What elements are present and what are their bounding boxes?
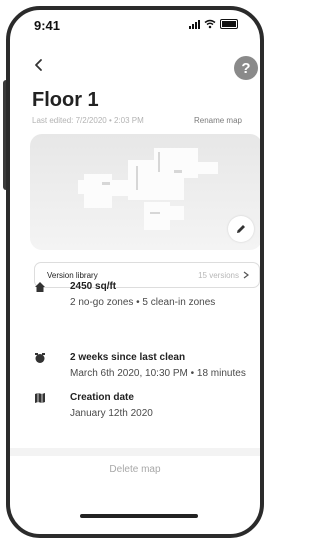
floor-map-card bbox=[30, 134, 260, 250]
area-detail: 2 no-go zones • 5 clean-in zones bbox=[70, 297, 216, 308]
wifi-icon bbox=[204, 19, 216, 29]
robot-icon bbox=[35, 353, 45, 363]
last-clean-detail: March 6th 2020, 10:30 PM • 18 minutes bbox=[70, 368, 246, 379]
help-button[interactable]: ? bbox=[234, 56, 258, 80]
phone-frame: 9:41 ? Floor 1 Last edited: 7/2/2020 • 2… bbox=[6, 6, 264, 538]
edit-map-button[interactable] bbox=[228, 216, 254, 242]
back-icon[interactable] bbox=[32, 58, 46, 72]
home-icon bbox=[35, 282, 45, 292]
section-divider bbox=[10, 448, 260, 456]
status-bar: 9:41 bbox=[10, 10, 260, 38]
rename-map-link[interactable]: Rename map bbox=[194, 116, 242, 125]
signal-icon bbox=[189, 19, 200, 29]
last-edited-text: Last edited: 7/2/2020 • 2:03 PM bbox=[32, 116, 144, 125]
delete-map-button[interactable]: Delete map bbox=[10, 464, 260, 475]
version-library-label: Version library bbox=[47, 270, 98, 280]
last-clean-title: 2 weeks since last clean bbox=[70, 352, 186, 363]
version-library-row[interactable]: Version library 15 versions bbox=[34, 262, 260, 288]
map-icon bbox=[35, 393, 45, 403]
version-count: 15 versions bbox=[198, 271, 249, 280]
status-time: 9:41 bbox=[34, 18, 61, 33]
home-indicator bbox=[80, 514, 198, 518]
chevron-right-icon bbox=[243, 271, 249, 279]
pencil-icon bbox=[237, 225, 245, 233]
status-icons bbox=[189, 19, 238, 29]
version-count-text: 15 versions bbox=[198, 270, 239, 280]
page-title: Floor 1 bbox=[32, 89, 99, 111]
creation-date-title: Creation date bbox=[70, 392, 134, 403]
floor-map-image bbox=[78, 148, 218, 230]
creation-date-detail: January 12th 2020 bbox=[70, 408, 153, 419]
battery-icon bbox=[220, 19, 238, 29]
area-title: 2450 sq/ft bbox=[70, 281, 117, 292]
